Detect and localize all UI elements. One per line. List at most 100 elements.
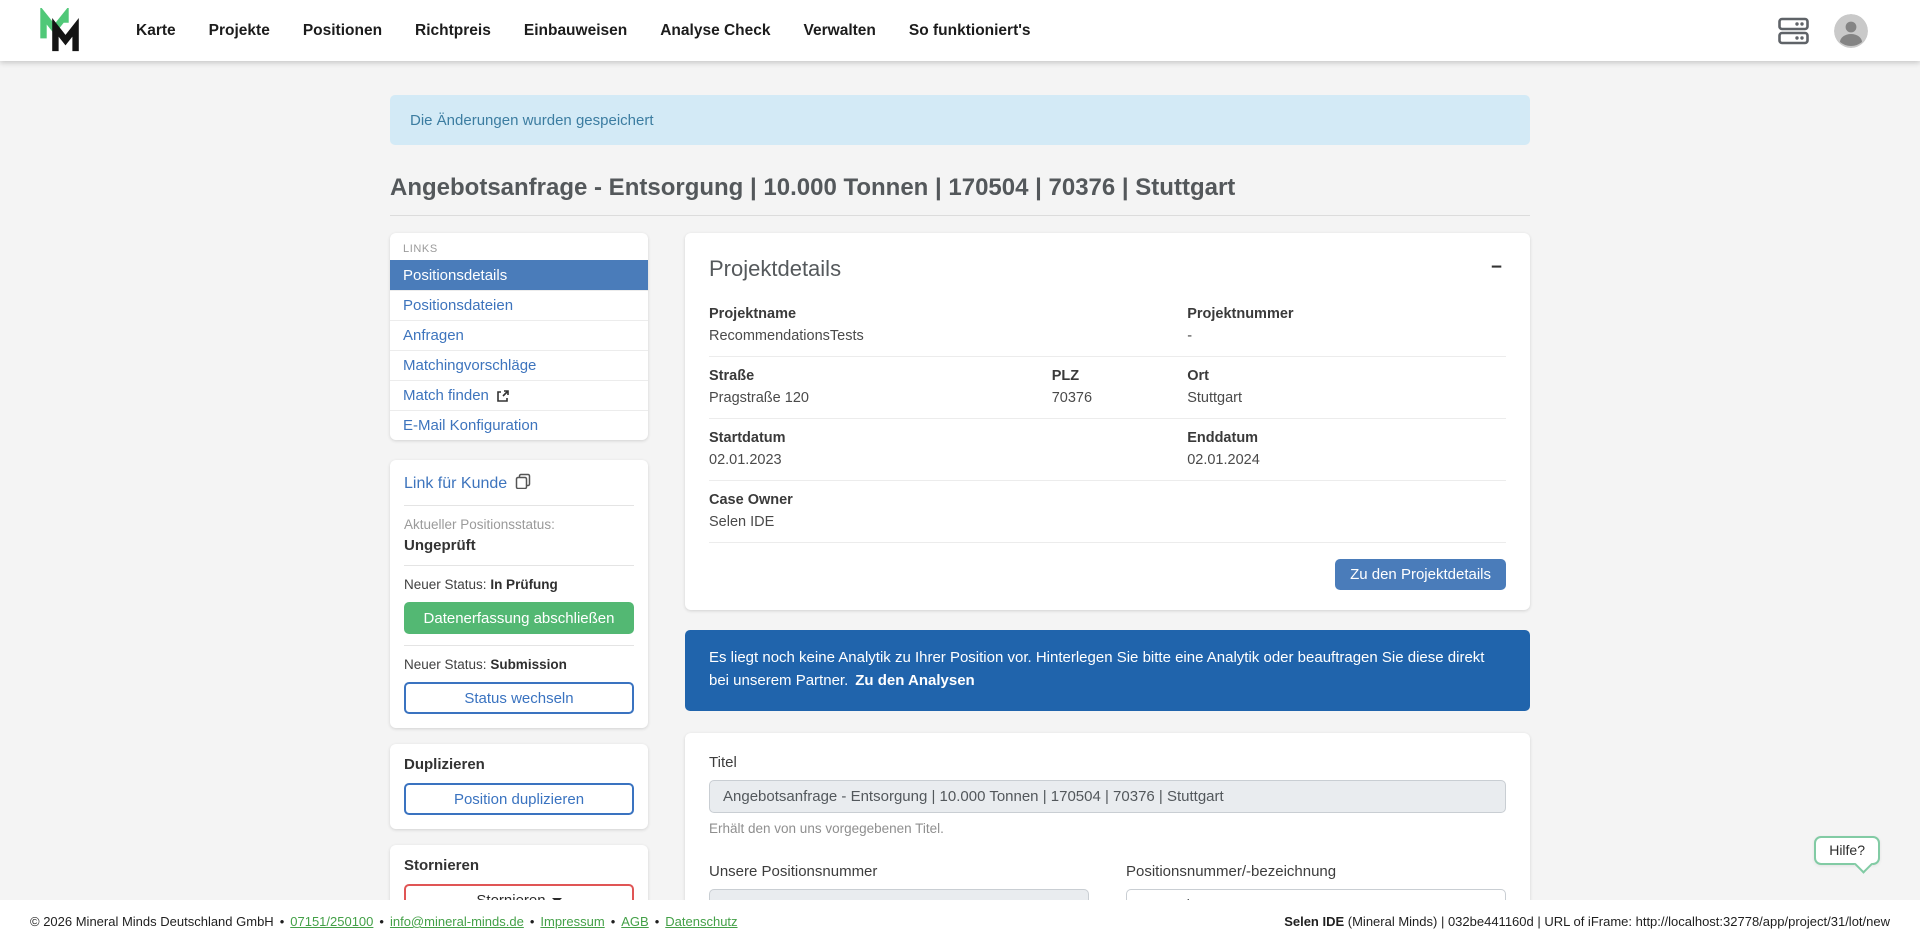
main-navigation: Karte Projekte Positionen Richtpreis Ein… (136, 22, 1031, 40)
sidebar-item-label: Anfragen (403, 327, 464, 344)
field-plz: PLZ 70376 (1052, 368, 1187, 406)
footer-user: Selen IDE (1284, 914, 1344, 929)
finish-data-entry-button[interactable]: Datenerfassung abschließen (404, 602, 634, 634)
copyright-text: © 2026 Mineral Minds Deutschland GmbH (30, 914, 274, 929)
project-row: Projektname RecommendationsTests Projekt… (709, 295, 1506, 356)
collapse-icon[interactable]: − (1487, 256, 1506, 279)
duplicate-card: Duplizieren Position duplizieren (390, 744, 648, 829)
help-button-label: Hilfe? (1829, 842, 1865, 858)
footer-separator: • (655, 914, 660, 929)
next-status-value: Submission (490, 657, 567, 672)
next-status-prefix: Neuer Status: (404, 577, 487, 592)
page-title: Angebotsanfrage - Entsorgung | 10.000 To… (390, 174, 1530, 216)
field-label: PLZ (1052, 368, 1187, 384)
field-value: 02.01.2024 (1187, 452, 1506, 468)
app-window: Karte Projekte Positionen Richtpreis Ein… (0, 0, 1920, 943)
server-rack-icon[interactable] (1778, 17, 1809, 45)
field-value: 70376 (1052, 390, 1187, 406)
field-value: Pragstraße 120 (709, 390, 1052, 406)
help-button[interactable]: Hilfe? (1814, 836, 1880, 865)
sidebar-item-match-finden[interactable]: Match finden (390, 380, 648, 410)
title-field (709, 780, 1506, 813)
nav-item-so-funktionierts[interactable]: So funktioniert's (909, 22, 1031, 40)
sidebar-item-label: Match finden (403, 387, 489, 404)
footer-link-agb[interactable]: AGB (621, 914, 648, 929)
go-to-project-details-button[interactable]: Zu den Projektdetails (1335, 559, 1506, 590)
project-row: Case Owner Selen IDE (709, 480, 1506, 542)
mineral-minds-logo-icon[interactable] (38, 8, 82, 54)
user-avatar-icon[interactable] (1834, 14, 1868, 48)
sidebar-item-matchingvorschlaege[interactable]: Matchingvorschläge (390, 350, 648, 380)
next-status-line: Neuer Status: Submission (404, 657, 634, 672)
sidebar: LINKS Positionsdetails Positionsdateien … (390, 233, 648, 930)
field-label: Straße (709, 368, 1052, 384)
status-card: Link für Kunde Aktueller Positionsstatus… (390, 460, 648, 728)
current-status-label: Aktueller Positionsstatus: (404, 517, 634, 532)
nav-item-analyse-check[interactable]: Analyse Check (660, 22, 770, 40)
duplicate-card-title: Duplizieren (404, 756, 634, 773)
next-status-value: In Prüfung (490, 577, 558, 592)
project-details-title: Projektdetails (709, 256, 841, 282)
sidebar-item-anfragen[interactable]: Anfragen (390, 320, 648, 350)
sidebar-item-email-konfiguration[interactable]: E-Mail Konfiguration (390, 410, 648, 440)
next-status-prefix: Neuer Status: (404, 657, 487, 672)
sidebar-item-label: Matchingvorschläge (403, 357, 536, 374)
go-to-analyses-link[interactable]: Zu den Analysen (855, 672, 974, 689)
field-label: Projektname (709, 306, 1187, 322)
sidebar-item-positionsdateien[interactable]: Positionsdateien (390, 290, 648, 320)
sidebar-item-label: Positionsdateien (403, 297, 513, 314)
analytics-banner-text: Es liegt noch keine Analytik zu Ihrer Po… (709, 649, 1484, 689)
current-status-value: Ungeprüft (404, 537, 634, 554)
project-row: Straße Pragstraße 120 PLZ 70376 Ort Stut… (709, 356, 1506, 418)
nav-item-richtpreis[interactable]: Richtpreis (415, 22, 491, 40)
field-startdatum: Startdatum 02.01.2023 (709, 430, 1187, 468)
external-link-icon (496, 389, 510, 403)
nav-item-einbauweisen[interactable]: Einbauweisen (524, 22, 627, 40)
top-navbar: Karte Projekte Positionen Richtpreis Ein… (0, 0, 1920, 61)
divider (404, 505, 634, 506)
footer: © 2026 Mineral Minds Deutschland GmbH • … (0, 900, 1920, 943)
field-value: 02.01.2023 (709, 452, 1187, 468)
footer-separator: • (530, 914, 535, 929)
project-details-grid: Projektname RecommendationsTests Projekt… (709, 295, 1506, 542)
field-label: Ort (1187, 368, 1506, 384)
field-projektname: Projektname RecommendationsTests (709, 306, 1187, 344)
footer-separator: • (611, 914, 616, 929)
customer-link-label: Link für Kunde (404, 475, 507, 493)
divider (404, 565, 634, 566)
cancel-card-title: Stornieren (404, 857, 634, 874)
field-value: - (1187, 328, 1506, 344)
footer-link-impressum[interactable]: Impressum (540, 914, 604, 929)
customer-link[interactable]: Link für Kunde (404, 473, 634, 494)
main-content: Die Änderungen wurden gespeichert Angebo… (390, 61, 1530, 943)
success-alert-text: Die Änderungen wurden gespeichert (410, 112, 654, 129)
title-field-label: Titel (709, 754, 1506, 771)
copy-icon (515, 473, 531, 494)
nav-item-karte[interactable]: Karte (136, 22, 176, 40)
field-value: RecommendationsTests (709, 328, 1187, 344)
field-case-owner: Case Owner Selen IDE (709, 492, 1187, 530)
field-label: Projektnummer (1187, 306, 1506, 322)
field-enddatum: Enddatum 02.01.2024 (1187, 430, 1506, 468)
nav-item-positionen[interactable]: Positionen (303, 22, 382, 40)
field-value: Stuttgart (1187, 390, 1506, 406)
field-ort: Ort Stuttgart (1187, 368, 1506, 406)
footer-session-text: (Mineral Minds) | 032be441160d | URL of … (1344, 914, 1890, 929)
project-details-card: Projektdetails − Projektname Recommendat… (685, 233, 1530, 610)
footer-link-email[interactable]: info@mineral-minds.de (390, 914, 524, 929)
our-number-label: Unsere Positionsnummer (709, 863, 1089, 880)
duplicate-position-button[interactable]: Position duplizieren (404, 783, 634, 815)
main-column: Projektdetails − Projektname Recommendat… (685, 233, 1530, 943)
footer-link-datenschutz[interactable]: Datenschutz (665, 914, 737, 929)
nav-item-projekte[interactable]: Projekte (209, 22, 270, 40)
field-value: Selen IDE (709, 514, 1187, 530)
nav-item-verwalten[interactable]: Verwalten (804, 22, 876, 40)
sidebar-item-positionsdetails[interactable]: Positionsdetails (390, 260, 648, 290)
switch-status-button[interactable]: Status wechseln (404, 682, 634, 714)
footer-session-info: Selen IDE (Mineral Minds) | 032be441160d… (1284, 914, 1890, 929)
sidebar-item-label: E-Mail Konfiguration (403, 417, 538, 434)
footer-link-phone[interactable]: 07151/250100 (290, 914, 373, 929)
links-card-header: LINKS (390, 233, 648, 260)
field-label: Startdatum (709, 430, 1187, 446)
custom-number-label: Positionsnummer/-bezeichnung (1126, 863, 1506, 880)
